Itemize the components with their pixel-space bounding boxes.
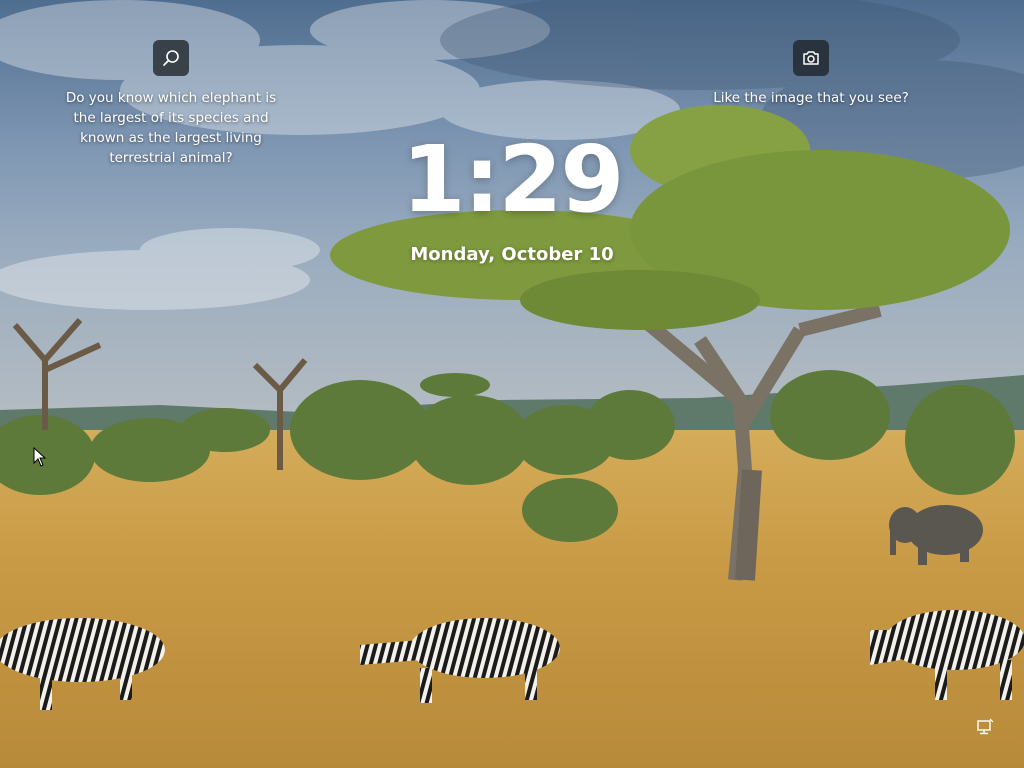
spotlight-camera-button[interactable] [793,40,829,76]
mouse-cursor-icon [33,447,47,467]
spotlight-like-text[interactable]: Like the image that you see? [713,88,909,108]
lock-date: Monday, October 10 [410,244,614,265]
search-icon [163,50,179,66]
lock-clock: 1:29 [401,126,625,233]
spotlight-search-button[interactable] [153,40,189,76]
spotlight-question-text[interactable]: Do you know which elephant is the larges… [56,88,286,168]
network-icon[interactable] [975,717,995,737]
spotlight-search-widget: Do you know which elephant is the larges… [56,40,286,168]
camera-icon [803,51,819,65]
spotlight-camera-widget: Like the image that you see? [711,40,911,108]
